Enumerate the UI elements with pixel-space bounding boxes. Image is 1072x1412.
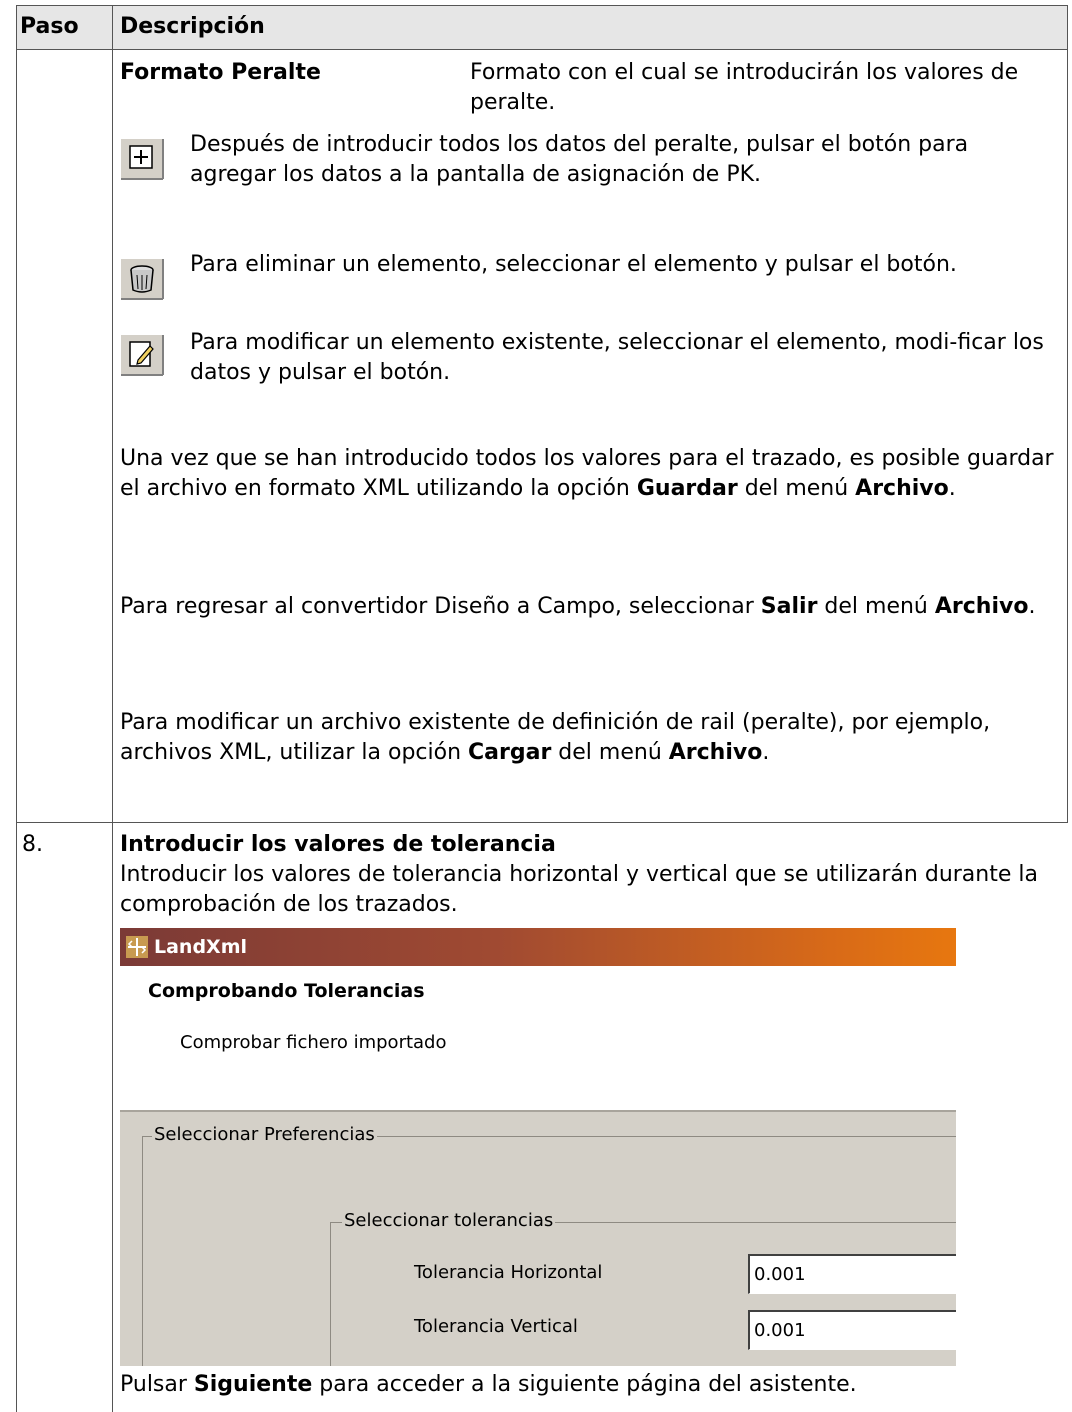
wizard-header: Comprobando Tolerancias Comprobar ficher…: [120, 966, 956, 1112]
save-text-middle: del menú: [737, 475, 856, 501]
trash-icon: [120, 258, 164, 300]
add-instruction: Después de introducir todos los datos de…: [190, 132, 969, 187]
add-icon: [120, 138, 164, 180]
table-border-right: [1067, 5, 1068, 823]
edit-icon: [120, 334, 164, 376]
delete-instruction: Para eliminar un elemento, seleccionar e…: [190, 252, 957, 277]
dialog-title: LandXml: [154, 936, 248, 958]
horizontal-tolerance-label: Tolerancia Horizontal: [414, 1262, 603, 1283]
save-menu-name: Archivo: [855, 475, 949, 501]
wizard-page-subtitle: Comprobar fichero importado: [180, 1032, 447, 1053]
vertical-tolerance-label: Tolerancia Vertical: [414, 1316, 578, 1337]
horizontal-tolerance-input[interactable]: 0.001: [748, 1254, 956, 1294]
preferences-group-label: Seleccionar Preferencias: [152, 1124, 377, 1146]
app-icon: [126, 936, 148, 958]
exit-menu-name: Archivo: [934, 594, 1029, 619]
landxml-dialog: LandXml Comprobando Tolerancias Comproba…: [120, 928, 956, 1366]
load-text-middle: del menú: [551, 739, 669, 765]
save-option-name: Guardar: [636, 475, 738, 501]
exit-text: Para regresar al convertidor Diseño a Ca…: [120, 594, 761, 619]
exit-text-end: .: [1028, 594, 1036, 619]
load-option-name: Cargar: [468, 739, 552, 765]
load-paragraph: Para modificar un archivo existente de d…: [120, 708, 1060, 768]
wizard-page-title: Comprobando Tolerancias: [148, 980, 425, 1002]
format-description: Formato con el cual se introducirán los …: [470, 60, 1019, 115]
tolerances-group-label: Seleccionar tolerancias: [342, 1210, 556, 1232]
load-text-end: .: [762, 739, 770, 765]
header-step: Paso: [20, 14, 79, 39]
next-instruction: Pulsar Siguiente para acceder a la sigui…: [120, 1370, 1060, 1400]
format-label: Formato Peralte: [120, 60, 321, 85]
load-menu-name: Archivo: [668, 739, 763, 765]
step-text: Introducir los valores de tolerancia hor…: [120, 862, 1038, 917]
table-column-divider: [112, 5, 113, 1412]
exit-paragraph: Para regresar al convertidor Diseño a Ca…: [120, 592, 1060, 622]
save-text-end: .: [948, 475, 956, 501]
dialog-title-bar: LandXml: [120, 928, 956, 966]
header-description: Descripción: [120, 14, 265, 39]
table-header: Paso Descripción: [16, 5, 1068, 50]
exit-option-name: Salir: [760, 594, 818, 619]
next-text: Pulsar: [120, 1372, 194, 1397]
exit-text-middle: del menú: [817, 594, 935, 619]
table-top-border: [16, 5, 1068, 6]
vertical-tolerance-input[interactable]: 0.001: [748, 1310, 956, 1350]
edit-instruction: Para modificar un elemento existente, se…: [190, 330, 1044, 385]
table-border-left: [16, 5, 17, 1412]
next-text-end: para acceder a la siguiente página del a…: [312, 1372, 857, 1397]
next-button-name: Siguiente: [193, 1372, 313, 1397]
save-paragraph: Una vez que se han introducido todos los…: [120, 444, 1060, 504]
step-number: 8.: [22, 832, 43, 857]
step-heading: Introducir los valores de tolerancia: [120, 832, 556, 857]
row-divider: [16, 822, 1068, 823]
